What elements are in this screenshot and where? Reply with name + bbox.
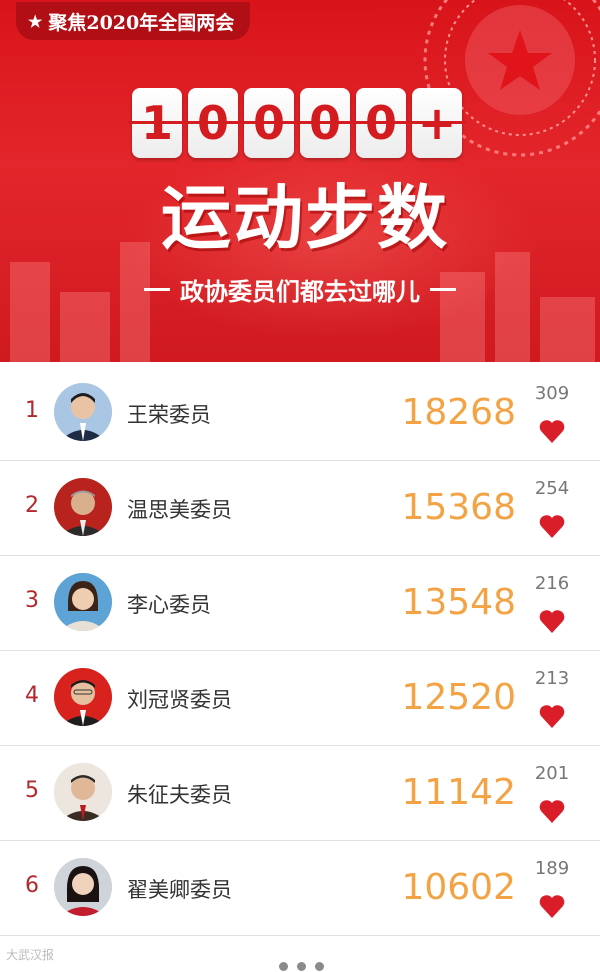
header-banner: ★ 聚焦2020年全国两会 1 0 0 0 0 + 运动步数 政协委员们都去过哪… <box>0 0 600 362</box>
list-item[interactable]: 5 朱征夫委员 11142 201 <box>0 746 600 841</box>
heart-icon[interactable] <box>538 513 566 539</box>
step-counter: 1 0 0 0 0 + <box>128 88 466 158</box>
heart-icon[interactable] <box>538 608 566 634</box>
member-name: 刘冠贤委员 <box>127 688 232 712</box>
page-title: 运动步数 <box>161 176 449 259</box>
page-indicator[interactable] <box>279 962 324 971</box>
avatar[interactable] <box>54 668 112 726</box>
subtitle-dash <box>430 288 456 291</box>
event-tag: ★ 聚焦2020年全国两会 <box>16 2 251 40</box>
member-name: 朱征夫委员 <box>127 783 232 807</box>
avatar[interactable] <box>54 478 112 536</box>
counter-digit: + <box>408 88 466 158</box>
step-count: 18268 <box>401 392 516 433</box>
star-icon: ★ <box>28 11 43 31</box>
list-item[interactable]: 1 王荣委员 18268 309 <box>0 366 600 461</box>
like-count: 189 <box>534 858 570 879</box>
rank-number: 4 <box>25 683 39 708</box>
ranking-list: 1 王荣委员 18268 309 2 温思美委员 15368 254 3 李心委… <box>0 366 600 936</box>
heart-icon[interactable] <box>538 418 566 444</box>
counter-digit: 0 <box>240 88 298 158</box>
avatar[interactable] <box>54 573 112 631</box>
rank-number: 1 <box>25 398 39 423</box>
step-count: 13548 <box>401 582 516 623</box>
list-item[interactable]: 6 翟美卿委员 10602 189 <box>0 841 600 936</box>
member-name: 温思美委员 <box>127 498 232 522</box>
like-count: 254 <box>534 478 570 499</box>
page-dot[interactable] <box>315 962 324 971</box>
heart-icon[interactable] <box>538 893 566 919</box>
step-count: 15368 <box>401 487 516 528</box>
rank-number: 3 <box>25 588 39 613</box>
step-count: 12520 <box>401 677 516 718</box>
step-count: 11142 <box>401 772 516 813</box>
list-item[interactable]: 4 刘冠贤委员 12520 213 <box>0 651 600 746</box>
like-count: 216 <box>534 573 570 594</box>
member-name: 李心委员 <box>127 593 211 617</box>
avatar[interactable] <box>54 763 112 821</box>
subtitle-text: 政协委员们都去过哪儿 <box>180 278 420 306</box>
heart-icon[interactable] <box>538 703 566 729</box>
avatar[interactable] <box>54 383 112 441</box>
list-item[interactable]: 3 李心委员 13548 216 <box>0 556 600 651</box>
page-dot[interactable] <box>279 962 288 971</box>
counter-digit: 1 <box>128 88 186 158</box>
member-name: 翟美卿委员 <box>127 878 232 902</box>
list-item[interactable]: 2 温思美委员 15368 254 <box>0 461 600 556</box>
counter-digit: 0 <box>296 88 354 158</box>
like-count: 201 <box>534 763 570 784</box>
avatar[interactable] <box>54 858 112 916</box>
like-count: 309 <box>534 383 570 404</box>
page-subtitle: 政协委员们都去过哪儿 <box>100 272 500 307</box>
rank-number: 2 <box>25 493 39 518</box>
like-count: 213 <box>534 668 570 689</box>
member-name: 王荣委员 <box>127 403 211 427</box>
event-tag-label: 聚焦2020年全国两会 <box>48 11 235 34</box>
subtitle-dash <box>144 288 170 291</box>
counter-digit: 0 <box>184 88 242 158</box>
page-dot[interactable] <box>297 962 306 971</box>
heart-icon[interactable] <box>538 798 566 824</box>
rank-number: 6 <box>25 873 39 898</box>
watermark: 大武汉报 <box>6 948 55 962</box>
counter-digit: 0 <box>352 88 410 158</box>
rank-number: 5 <box>25 778 39 803</box>
step-count: 10602 <box>401 867 516 908</box>
